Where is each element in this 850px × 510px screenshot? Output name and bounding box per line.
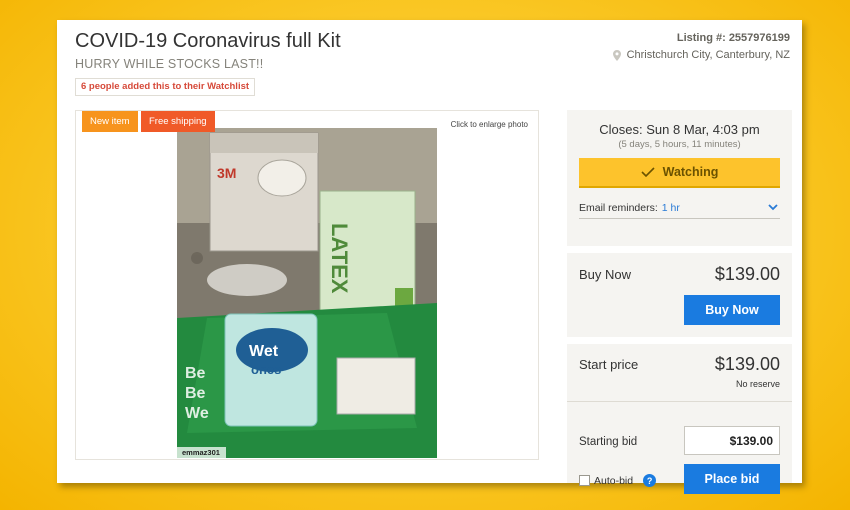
autobid-label: Auto-bid	[594, 474, 634, 487]
buy-now-label: Buy Now	[579, 267, 632, 282]
listing-photo[interactable]: 3M LATEX Wet ones Be Be We emmaz301	[177, 128, 437, 458]
buy-now-button[interactable]: Buy Now	[684, 295, 780, 325]
svg-text:Wet: Wet	[249, 343, 279, 360]
svg-text:3M: 3M	[217, 165, 236, 181]
reserve-status: No reserve	[735, 379, 780, 389]
location-text: Christchurch City, Canterbury, NZ	[626, 49, 790, 61]
watchlist-count-badge: 6 people added this to their Watchlist	[75, 78, 256, 96]
watching-label: Watching	[662, 165, 719, 179]
listing-title: COVID-19 Coronavirus full Kit	[75, 30, 341, 52]
kit-photo-image: 3M LATEX Wet ones Be Be We	[177, 128, 437, 458]
photo-gallery[interactable]: 3M LATEX Wet ones Be Be We emmaz301 New …	[75, 110, 539, 460]
chevron-down-icon	[768, 204, 778, 211]
buy-now-panel: Buy Now $139.00 Buy Now	[567, 253, 792, 337]
free-shipping-tag: Free shipping	[141, 111, 215, 132]
photo-watermark: emmaz301	[177, 447, 226, 458]
time-remaining: (5 days, 5 hours, 11 minutes)	[618, 139, 741, 150]
autobid-control[interactable]: Auto-bid ?	[579, 474, 657, 487]
bid-divider	[567, 401, 792, 402]
listing-card: COVID-19 Coronavirus full Kit HURRY WHIL…	[57, 20, 802, 494]
watching-button[interactable]: Watching	[579, 158, 780, 188]
map-pin-icon	[612, 49, 621, 61]
starting-bid-label: Starting bid	[579, 436, 638, 448]
listing-subtitle: HURRY WHILE STOCKS LAST!!	[75, 57, 264, 71]
email-reminders-value: 1 hr	[661, 202, 680, 214]
check-icon	[641, 167, 655, 177]
svg-text:ones: ones	[251, 362, 281, 377]
buy-now-price: $139.00	[714, 264, 780, 284]
start-price-value: $139.00	[714, 354, 780, 374]
listing-number: Listing #: 2557976199	[676, 32, 790, 44]
svg-text:We: We	[185, 405, 209, 422]
new-item-tag: New item	[82, 111, 138, 132]
email-reminders-select[interactable]: Email reminders: 1 hr	[579, 202, 780, 219]
svg-text:LATEX: LATEX	[327, 223, 352, 294]
closing-panel: Closes: Sun 8 Mar, 4:03 pm (5 days, 5 ho…	[567, 110, 792, 246]
bidding-panel: Start price $139.00 No reserve Starting …	[567, 344, 792, 494]
help-icon[interactable]: ?	[643, 474, 657, 487]
email-reminders-label: Email reminders:	[579, 202, 658, 214]
place-bid-button[interactable]: Place bid	[684, 464, 780, 494]
start-price-label: Start price	[579, 357, 639, 372]
closing-time: Closes: Sun 8 Mar, 4:03 pm	[599, 122, 760, 137]
svg-text:Be: Be	[185, 365, 206, 382]
listing-location: Christchurch City, Canterbury, NZ	[612, 49, 790, 61]
enlarge-photo-link[interactable]: Click to enlarge photo	[451, 120, 528, 129]
svg-text:Be: Be	[185, 385, 206, 402]
autobid-checkbox[interactable]	[579, 475, 590, 486]
bid-amount-input[interactable]	[684, 426, 780, 455]
